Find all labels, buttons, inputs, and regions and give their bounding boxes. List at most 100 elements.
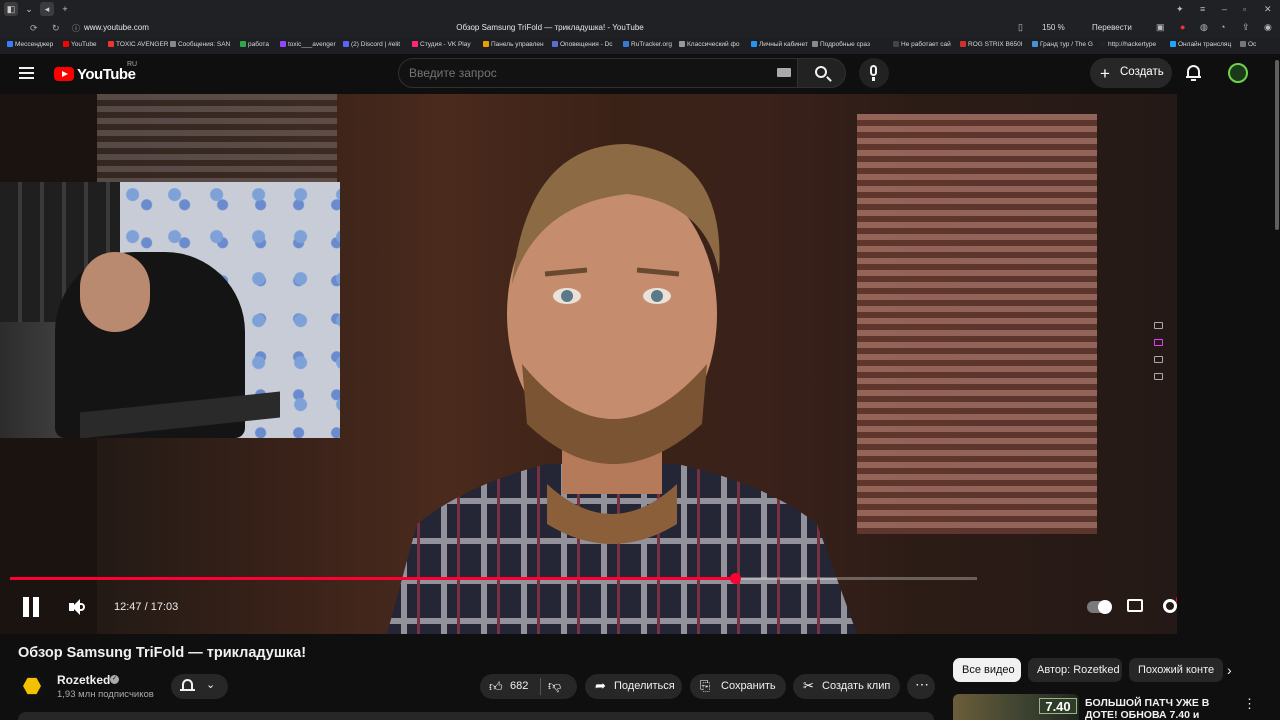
plus-icon: + [1100,64,1110,83]
page-scrollbar[interactable] [1274,54,1280,720]
subtitles-icon[interactable] [1127,599,1145,615]
extension-icon[interactable] [1154,322,1163,329]
like-thumb-icon[interactable]: 👍︎ [489,679,503,695]
extensions-icon[interactable]: ✦ [1176,4,1184,15]
subscription-notifications-button[interactable]: ⌄ [171,674,228,699]
time-display: 12:47 / 17:03 [114,601,179,613]
bookmark-label: YouTube [71,41,97,48]
bookmark-item[interactable]: (2) Discord | #elit [343,41,400,48]
recommendation-title[interactable]: БОЛЬШОЙ ПАТЧ УЖЕ В ДОТЕ! ОБНОВА 7.40 и Н… [1085,697,1231,720]
profile-icon[interactable]: ◉ [1264,22,1272,33]
scrubber-handle[interactable] [729,573,741,584]
save-button[interactable]: ⎘ Сохранить [690,674,786,699]
new-tab-icon[interactable]: + [58,2,72,16]
chevron-down-icon[interactable]: ⌄ [22,2,36,16]
chevron-right-icon[interactable]: › [1227,662,1232,678]
more-actions-button[interactable]: ⋯ [907,674,935,699]
keyboard-icon[interactable] [777,68,791,77]
bookmark-item[interactable]: Панель управлен [483,41,544,48]
avatar[interactable] [1228,63,1248,83]
close-icon[interactable]: ✕ [1264,4,1272,15]
share-arrow-icon: ➦ [595,678,606,693]
bookmark-label: Подробные сраз [820,41,870,48]
menu-icon[interactable]: ≡ [1200,4,1205,14]
bookmark-label: Гранд тур / The G [1040,41,1093,48]
chip-related[interactable]: Похожий конте [1129,658,1223,682]
bookmark-label: Онлайн трансляц [1178,41,1232,48]
zoom-level[interactable]: 150 % [1042,23,1065,32]
minimize-icon[interactable]: – [1222,4,1227,14]
floating-extension-toolbar[interactable] [1152,322,1166,402]
bookmark-label: Мессенджер [15,41,54,48]
extension-icon[interactable] [1154,373,1163,380]
like-count[interactable]: 682 [510,680,528,692]
bookmark-item[interactable]: Гранд тур / The G [1032,41,1093,48]
volume-icon[interactable] [69,599,87,615]
bookmark-item[interactable]: Не работает сай [893,41,951,48]
notifications-bell-icon[interactable] [1186,65,1201,81]
extension-icon[interactable] [1154,339,1163,346]
bookmark-item[interactable]: работа [240,41,269,48]
bookmark-item[interactable]: TOXIC AVENGER [108,41,169,48]
channel-name[interactable]: Rozetked [57,673,110,687]
search-box[interactable] [398,58,798,88]
more-vert-icon[interactable]: ⋮ [1243,696,1256,712]
search-input[interactable] [409,66,759,80]
tab-back-icon[interactable]: ◂ [40,2,54,16]
bookmark-favicon-icon [240,41,246,48]
restore-icon[interactable]: ▫ [1243,4,1246,14]
bookmark-item[interactable]: Сообщения: SAN [170,41,230,48]
pause-button[interactable] [20,597,42,617]
region-code: RU [127,61,138,68]
bookmark-favicon-icon [1240,41,1246,48]
create-button[interactable]: + Создать [1090,58,1172,88]
extension-icon[interactable] [1154,356,1163,363]
bookmark-label: Оповещения - Dc [560,41,613,48]
like-dislike-group: 👍︎ 682 👎︎ [480,674,577,699]
vpn-icon[interactable]: ◍ [1200,22,1208,33]
bookmark-item[interactable]: ROG STRIX B650I [960,41,1023,48]
search-button[interactable] [798,58,846,88]
bookmark-item[interactable]: Личный кабинет [751,41,808,48]
reader-icon[interactable]: ▣ [1156,22,1165,33]
bookmark-item[interactable]: Оповещения - Dc [552,41,613,48]
chip-by-author[interactable]: Автор: Rozetked [1028,658,1122,682]
adblock-icon[interactable]: ● [1180,22,1185,32]
bookmark-item[interactable]: Мессенджер [7,41,53,48]
description-box[interactable] [18,712,934,720]
downloads-icon[interactable]: ◔ [1220,22,1225,32]
progress-bar[interactable] [10,573,977,584]
dislike-thumb-icon[interactable]: 👎︎ [548,678,561,694]
chip-all-videos[interactable]: Все видео [953,658,1021,682]
channel-avatar[interactable] [20,674,45,699]
bookmark-favicon-icon [412,41,418,48]
sidebar-toggle-icon[interactable]: ◧ [4,2,18,16]
bookmark-item[interactable]: http://hackertype [1100,41,1156,48]
translate-button[interactable]: Перевести [1092,23,1132,32]
video-player[interactable]: 12:47 / 17:03 4K ⤢ [0,94,1177,634]
more-dots-icon: ⋯ [915,676,930,692]
share-button[interactable]: ➦ Поделиться [585,674,682,699]
settings-gear-icon[interactable] [1163,599,1177,615]
menu-icon[interactable] [19,67,34,79]
share-label: Поделиться [614,680,675,692]
share-page-icon[interactable]: ⇪ [1242,22,1250,33]
bookmark-item[interactable]: Студия - VK Play [412,41,471,48]
bookmark-item[interactable]: YouTube [63,41,97,48]
recommendation-item[interactable]: 7.40 БОЛЬШОЙ ПАТЧ УЖЕ В ДОТЕ! ОБНОВА 7.4… [953,694,1273,720]
voice-search-button[interactable] [859,58,889,88]
bookmark-favicon-icon [893,41,899,48]
bookmark-item[interactable]: Онлайн трансляц [1170,41,1231,48]
bookmark-item[interactable]: toxic___avenger [280,41,336,48]
bookmark-item[interactable]: Классический фо [679,41,739,48]
scrollbar-thumb[interactable] [1275,60,1279,230]
autoplay-toggle[interactable] [1087,600,1112,614]
bookmark-item[interactable]: Ос [1240,41,1256,48]
bookmark-item[interactable]: RuTracker.org [623,41,672,48]
bookmark-item[interactable]: Подробные сраз [812,41,870,48]
bookmark-favicon-icon [280,41,286,48]
window-blinds [857,114,1097,534]
bookmark-icon[interactable]: ▯ [1018,22,1023,33]
window-title: Обзор Samsung TriFold — трикладушка! - Y… [456,23,644,32]
create-clip-button[interactable]: ✂ Создать клип [793,674,900,699]
